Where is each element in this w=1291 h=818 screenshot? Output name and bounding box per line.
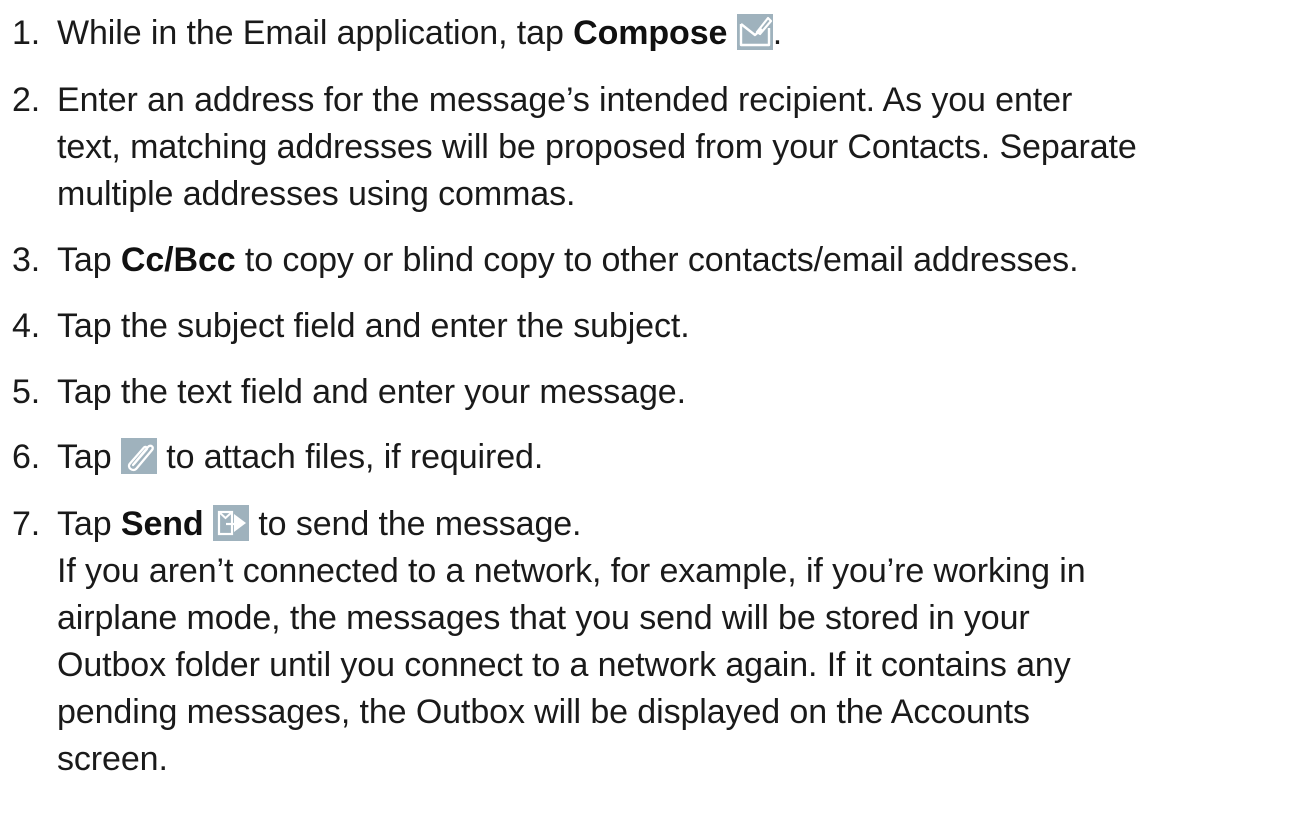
step-text-line: Enter an address for the message’s inten… — [57, 81, 1073, 119]
step-note-line: If you aren’t connected to a network, fo… — [57, 552, 1086, 590]
step-6: 6. Tap to attach files, if required. — [12, 434, 543, 481]
step-note-line: pending messages, the Outbox will be dis… — [57, 693, 1030, 731]
step-text: Tap the subject field and enter the subj… — [57, 307, 690, 345]
step-text: Tap — [57, 241, 121, 279]
step-text: While in the Email application, tap — [57, 14, 574, 52]
step-text-end: to copy or blind copy to other contacts/… — [235, 241, 1079, 279]
step-number: 2. — [12, 81, 41, 119]
step-number: 3. — [12, 241, 41, 279]
send-label: Send — [120, 505, 204, 543]
step-1: 1. While in the Email application, tap Co… — [12, 10, 782, 57]
step-number: 5. — [12, 373, 41, 411]
step-number: 4. — [12, 307, 41, 345]
step-text-end: . — [772, 14, 783, 52]
step-text-end: to send the message. — [248, 505, 582, 543]
step-text: Tap — [57, 505, 121, 543]
step-2: 2. Enter an address for the message’s int… — [12, 77, 1137, 218]
step-text: Tap the text field and enter your messag… — [57, 373, 686, 411]
send-icon — [212, 505, 249, 541]
step-text-line: multiple addresses using commas. — [57, 175, 576, 213]
step-note-line: screen. — [57, 740, 168, 778]
step-7: 7. Tap Send to send the message. If you a… — [12, 501, 1086, 783]
step-5: 5. Tap the text field and enter your mess… — [12, 369, 686, 416]
step-text: Tap — [57, 438, 121, 476]
compose-label: Compose — [573, 14, 728, 52]
step-number: 1. — [12, 14, 41, 52]
paperclip-icon — [120, 438, 157, 474]
step-text-end: to attach files, if required. — [156, 438, 544, 476]
step-text-line: text, matching addresses will be propose… — [57, 128, 1137, 166]
step-3: 3. Tap Cc/Bcc to copy or blind copy to ot… — [12, 237, 1079, 284]
step-note-line: Outbox folder until you connect to a net… — [57, 646, 1071, 684]
instructions-page: 1. While in the Email application, tap Co… — [0, 0, 1291, 818]
compose-icon — [736, 14, 773, 50]
step-4: 4. Tap the subject field and enter the su… — [12, 303, 690, 350]
cc-bcc-label: Cc/Bcc — [120, 241, 236, 279]
step-note-line: airplane mode, the messages that you sen… — [57, 599, 1030, 637]
step-number: 7. — [12, 505, 41, 543]
step-number: 6. — [12, 438, 41, 476]
